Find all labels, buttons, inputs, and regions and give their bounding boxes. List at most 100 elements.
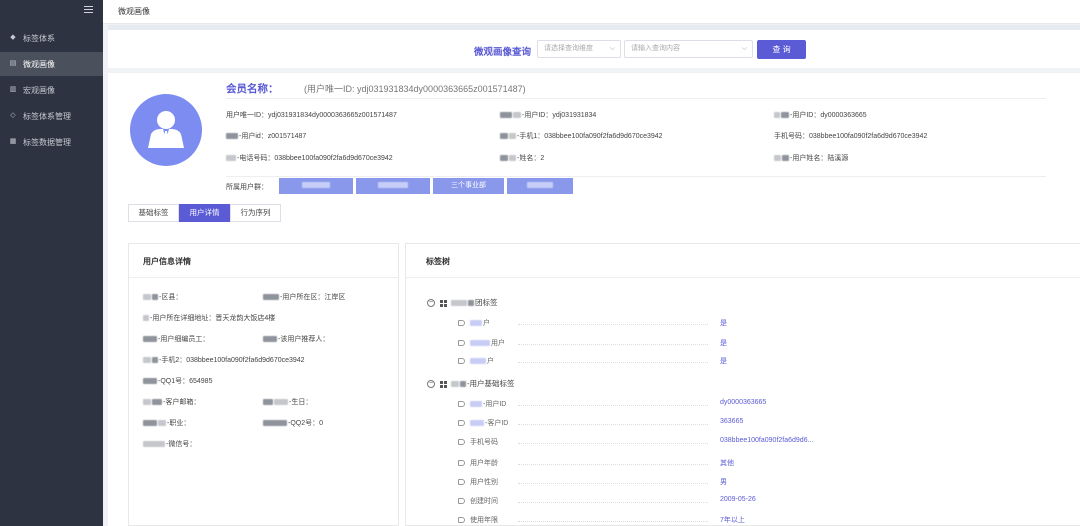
tag-icon — [458, 460, 465, 467]
info-user-district: -用户所在区：江岸区 — [263, 292, 345, 302]
sidebar-item-data-manage[interactable]: ▦ 标签数据管理 — [0, 130, 103, 154]
field-username: -用户姓名：陆溪源 — [774, 153, 848, 163]
sidebar-item-tag-system[interactable]: ◆ 标签体系 — [0, 26, 103, 50]
tag-icon — [458, 420, 465, 427]
field-uid: 用户唯一ID：ydj031931834dy0000363665z00157148… — [226, 112, 397, 119]
collapse-icon[interactable]: − — [427, 299, 435, 308]
grid-icon — [440, 380, 447, 388]
tree-group-2[interactable]: − -用户基础标签 — [427, 378, 515, 389]
tag-icon — [458, 498, 465, 505]
user-info-title: 用户信息详情 — [143, 257, 191, 266]
user-icon — [148, 111, 184, 148]
collapse-icon[interactable]: − — [427, 380, 435, 389]
data-manage-icon: ▦ — [9, 138, 17, 145]
info-employee: -用户细编员工： — [143, 334, 209, 344]
field-mobile1: -手机1：038bbee100fa090f2fa6d9d670ce3942 — [500, 131, 663, 141]
tree-value: 是 — [720, 340, 727, 347]
field-surname: -姓名：2 — [500, 153, 544, 163]
menu-collapse-icon[interactable] — [84, 6, 93, 15]
user-group-tag: 三个事业部 — [433, 178, 504, 194]
sidebar-item-label: 微观画像 — [23, 59, 55, 69]
field-phone: -电话号码：038bbee100fa090f2fa6d9d670ce3942 — [226, 153, 393, 163]
sidebar-item-label: 宏观画像 — [23, 85, 55, 95]
tab-user-detail[interactable]: 用户详情 — [179, 204, 230, 222]
page-header: 微观画像 — [103, 0, 1080, 24]
user-group-tag — [507, 178, 573, 194]
field-mobile: 手机号码：038bbee100fa090f2fa6d9d670ce3942 — [774, 133, 928, 140]
tree-row: 户 — [458, 356, 708, 368]
tag-icon — [458, 401, 465, 408]
query-button[interactable]: 查 询 — [757, 40, 806, 59]
divider — [226, 176, 1046, 177]
info-email: -客户邮箱： — [143, 397, 200, 407]
field-userid3: -用户id：z001571487 — [226, 131, 306, 141]
tree-row: -客户ID — [458, 418, 708, 430]
sidebar-item-micro-profile[interactable]: ▤ 微观画像 — [0, 52, 103, 76]
query-content-placeholder: 请输入查询内容 — [631, 45, 680, 52]
tag-icon — [458, 479, 465, 486]
tree-row: 创建时间 — [458, 496, 708, 508]
field-userid1: -用户ID：ydj031931834 — [500, 110, 596, 120]
info-district: -区县： — [143, 292, 182, 302]
sidebar-item-label: 标签体系 — [23, 33, 55, 43]
tree-row: 用户年龄 — [458, 458, 708, 470]
tag-manage-icon: ◇ — [10, 112, 16, 119]
tree-value: 7年以上 — [720, 517, 745, 524]
field-userid2: -用户ID：dy0000363665 — [774, 110, 867, 120]
tag-icon — [458, 320, 465, 327]
info-birthday: -生日： — [263, 397, 312, 407]
grid-icon — [440, 299, 447, 307]
member-name-label: 会员名称： — [226, 83, 279, 95]
tag-icon: ◆ — [10, 34, 16, 41]
member-uid: (用户唯一ID: ydj031931834dy0000363665z001571… — [304, 84, 526, 94]
tree-value: 是 — [720, 320, 727, 327]
tree-value: 363665 — [720, 418, 744, 425]
tree-row: 手机号码 — [458, 437, 708, 449]
divider — [129, 277, 398, 278]
divider — [406, 277, 1080, 278]
page-title: 微观画像 — [118, 7, 150, 16]
info-qq1: -QQ1号：654985 — [143, 376, 212, 386]
query-label: 微观画像查询 — [474, 47, 532, 58]
tree-row: 用户 — [458, 338, 708, 350]
profile-icon: ▤ — [9, 60, 17, 67]
chevron-down-icon: ⌵ — [609, 45, 615, 52]
info-referrer: -该用户推荐人： — [263, 334, 329, 344]
tree-value: 2009-05-26 — [720, 496, 756, 503]
tree-row: 使用年限 — [458, 515, 708, 526]
query-content-input[interactable]: 请输入查询内容 ⌵ — [624, 40, 753, 58]
sidebar-item-label: 标签体系管理 — [23, 111, 71, 121]
sidebar-item-tag-manage[interactable]: ◇ 标签体系管理 — [0, 104, 103, 128]
tab-basic-tags[interactable]: 基础标签 — [128, 204, 179, 222]
tag-tree-title: 标签树 — [426, 257, 450, 266]
tab-behavior-sequence[interactable]: 行为序列 — [230, 204, 281, 222]
sidebar-item-macro-profile[interactable]: ▥ 宏观画像 — [0, 78, 103, 102]
tree-group-1[interactable]: − 团标签 — [427, 297, 498, 308]
tree-value: 男 — [720, 479, 727, 486]
tree-value: 038bbee100fa090f2fa6d9d6... — [720, 437, 814, 444]
chart-icon: ▥ — [9, 86, 17, 93]
tree-row: -用户ID — [458, 399, 708, 411]
info-address: -用户所在详细地址：晋天龙韵大饭店4楼 — [143, 313, 275, 323]
tree-value: 是 — [720, 358, 727, 365]
divider — [226, 98, 1046, 99]
user-group-label: 所属用户群： — [226, 184, 268, 191]
tree-value: 其他 — [720, 460, 734, 467]
query-type-select[interactable]: 请选择查询维度 ⌵ — [537, 40, 621, 58]
info-job: -职业： — [143, 418, 190, 428]
chevron-down-icon: ⌵ — [741, 45, 747, 52]
tag-icon — [458, 358, 465, 365]
profile-card: 会员名称： (用户唯一ID: ydj031931834dy0000363665z… — [108, 73, 1080, 196]
sidebar-item-label: 标签数据管理 — [23, 137, 71, 147]
tag-icon — [458, 439, 465, 446]
info-qq2: -QQ2号：0 — [263, 418, 323, 428]
user-group-tag — [279, 178, 353, 194]
query-bar: 微观画像查询 请选择查询维度 ⌵ 请输入查询内容 ⌵ 查 询 — [108, 30, 1080, 68]
avatar — [130, 94, 202, 166]
tree-value: dy0000363665 — [720, 399, 767, 406]
user-group-tag — [356, 178, 430, 194]
info-wechat: -微信号： — [143, 439, 196, 449]
tree-row: 用户性别 — [458, 477, 708, 489]
query-type-placeholder: 请选择查询维度 — [544, 45, 593, 52]
info-mobile2: -手机2：038bbee100fa090f2fa6d9d670ce3942 — [143, 355, 305, 365]
